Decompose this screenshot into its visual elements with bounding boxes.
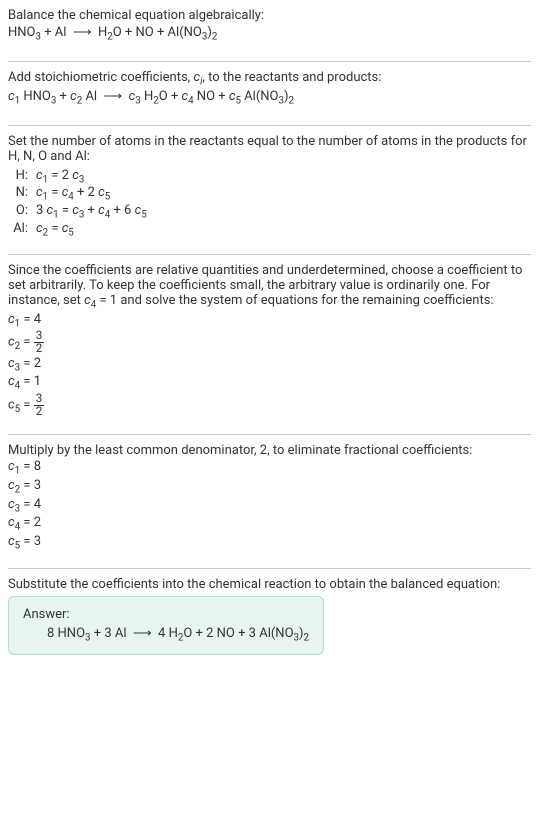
divider	[8, 568, 531, 569]
atom-label: H:	[8, 168, 36, 186]
atom-row: Al: c2 = c5	[8, 221, 147, 239]
step1-equation: c1 HNO3 + c2 Al ⟶ c3 H2O + c4 NO + c5 Al…	[8, 89, 531, 107]
fraction: 32	[34, 393, 45, 417]
step-multiply-lcd: Multiply by the least common denominator…	[8, 443, 531, 560]
atom-equation: c2 = c5	[36, 221, 147, 239]
divider	[8, 125, 531, 126]
coeff-value: 1	[34, 374, 41, 389]
atom-equation: 3 c1 = c3 + c4 + 6 c5	[36, 203, 147, 221]
coeff-value: 3	[34, 534, 41, 549]
step3-text: Since the coefficients are relative quan…	[8, 263, 531, 311]
step5-text: Substitute the coefficients into the che…	[8, 577, 531, 592]
step-substitute: Substitute the coefficients into the che…	[8, 577, 531, 663]
title-text: Balance the chemical equation algebraica…	[8, 8, 531, 23]
answer-equation: 8 HNO3 + 3 Al ⟶ 4 H2O + 2 NO + 3 Al(NO3)…	[23, 626, 309, 644]
atom-equation: c1 = c4 + 2 c5	[36, 185, 147, 203]
coeff-line: c5 = 3	[8, 534, 531, 552]
divider	[8, 434, 531, 435]
coeff-line: c1 = 4	[8, 312, 531, 330]
coeff-line: c3 = 2	[8, 356, 531, 374]
step-atom-balance: Set the number of atoms in the reactants…	[8, 134, 531, 246]
atom-row: O: 3 c1 = c3 + c4 + 6 c5	[8, 203, 147, 221]
answer-label: Answer:	[23, 607, 309, 622]
coeff-value: 2	[34, 356, 41, 371]
denominator: 2	[34, 343, 45, 355]
answer-box: Answer: 8 HNO3 + 3 Al ⟶ 4 H2O + 2 NO + 3…	[8, 596, 324, 655]
coeff-value: 8	[34, 459, 41, 474]
coeff-line: c4 = 2	[8, 515, 531, 533]
divider	[8, 254, 531, 255]
coeff-line: c1 = 8	[8, 459, 531, 477]
atom-equations-table: H: c1 = 2 c3 N: c1 = c4 + 2 c5 O: 3 c1 =…	[8, 168, 147, 238]
atom-row: H: c1 = 2 c3	[8, 168, 147, 186]
coeff-line: c2 = 3	[8, 478, 531, 496]
coeff-value: 4	[34, 312, 41, 327]
step-add-coefficients: Add stoichiometric coefficients, ci, to …	[8, 70, 531, 117]
problem-statement: Balance the chemical equation algebraica…	[8, 8, 531, 53]
initial-equation: HNO3 + Al ⟶ H2O + NO + Al(NO3)2	[8, 25, 531, 43]
step4-text: Multiply by the least common denominator…	[8, 443, 531, 458]
coeff-line: c4 = 1	[8, 374, 531, 392]
step1-text: Add stoichiometric coefficients, ci, to …	[8, 70, 531, 88]
step2-text: Set the number of atoms in the reactants…	[8, 134, 531, 164]
atom-label: Al:	[8, 221, 36, 239]
denominator: 2	[34, 406, 45, 418]
coeff-value: 2	[34, 515, 41, 530]
coeff-value: 4	[34, 497, 41, 512]
divider	[8, 61, 531, 62]
coeff-line: c2 = 32	[8, 330, 531, 354]
atom-label: N:	[8, 185, 36, 203]
step-solve-fractional: Since the coefficients are relative quan…	[8, 263, 531, 426]
atom-label: O:	[8, 203, 36, 221]
fraction: 32	[34, 330, 45, 354]
atom-equation: c1 = 2 c3	[36, 168, 147, 186]
atom-row: N: c1 = c4 + 2 c5	[8, 185, 147, 203]
coeff-value: 3	[34, 478, 41, 493]
coeff-line: c5 = 32	[8, 393, 531, 417]
coeff-line: c3 = 4	[8, 497, 531, 515]
